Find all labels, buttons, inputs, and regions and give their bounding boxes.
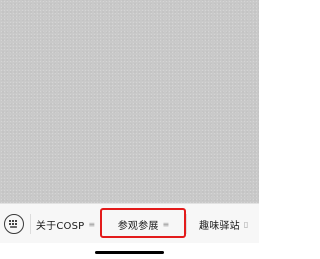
wechat-official-account-screen: 关于COSP ≡ 参观参展 ≡ 趣味驿站 ▯ <box>0 0 259 259</box>
menu-item-label: 关于COSP <box>35 220 85 232</box>
keyboard-icon <box>9 220 17 228</box>
menu-item-fun-station[interactable]: 趣味驿站 ▯ <box>187 204 259 244</box>
keyboard-toggle-button[interactable] <box>4 214 24 234</box>
menu-item-about-cosp[interactable]: 关于COSP ≡ <box>31 204 100 244</box>
menu-page-icon: ▯ <box>243 219 249 229</box>
article-content-area[interactable] <box>0 0 259 203</box>
highlight-annotation-box <box>100 208 186 238</box>
menu-item-label: 趣味驿站 <box>199 220 240 232</box>
home-indicator[interactable] <box>95 251 164 254</box>
menu-lines-icon: ≡ <box>88 219 96 229</box>
